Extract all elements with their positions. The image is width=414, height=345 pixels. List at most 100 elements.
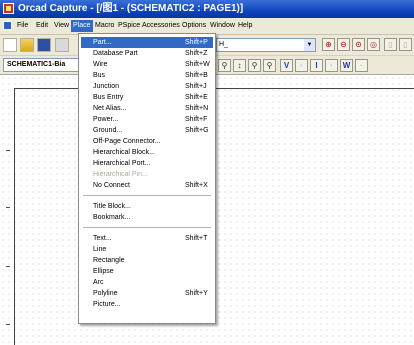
menu-item-hierarchical-block[interactable]: Hierarchical Block... bbox=[81, 147, 213, 158]
menu-item-part[interactable]: Part... Shift+P bbox=[81, 37, 213, 48]
zoom-in-icon[interactable]: ⊕ bbox=[322, 38, 335, 51]
menu-item-label: Bus Entry bbox=[93, 94, 124, 101]
menu-item-text[interactable]: Text... Shift+T bbox=[81, 233, 213, 244]
menu-file[interactable]: File bbox=[15, 20, 30, 32]
menu-place[interactable]: Place bbox=[71, 20, 93, 32]
menu-item-label: Line bbox=[93, 246, 107, 253]
menu-item-label: Bus bbox=[93, 72, 106, 79]
menu-item-shortcut: Shift+E bbox=[185, 94, 208, 101]
menu-item-label: Polyline bbox=[93, 290, 118, 297]
border-tick bbox=[6, 150, 10, 151]
menu-item-database-part[interactable]: Database Part Shift+Z bbox=[81, 48, 213, 59]
zoom-area-icon[interactable]: ⊙ bbox=[352, 38, 365, 51]
app-icon bbox=[3, 3, 14, 14]
menu-item-shortcut: Shift+J bbox=[185, 83, 207, 90]
menu-item-shortcut: Shift+Y bbox=[185, 290, 208, 297]
marker-icon[interactable]: ↕ bbox=[233, 59, 246, 72]
menu-macro[interactable]: Macro bbox=[93, 20, 116, 32]
power-dissipation-icon[interactable]: W bbox=[340, 59, 353, 72]
menu-item-label: Hierarchical Block... bbox=[93, 149, 155, 156]
title-bar: Orcad Capture - [/图1 - (SCHEMATIC2 : PAG… bbox=[0, 0, 414, 18]
menu-item-arc[interactable]: Arc bbox=[81, 277, 213, 288]
menu-item-label: Arc bbox=[93, 279, 104, 286]
menu-item-shortcut: Shift+P bbox=[185, 39, 208, 46]
menu-item-shortcut: Shift+Z bbox=[185, 50, 208, 57]
current-marker-icon[interactable]: I bbox=[310, 59, 323, 72]
menu-item-power[interactable]: Power... Shift+F bbox=[81, 114, 213, 125]
menu-separator bbox=[83, 227, 211, 228]
menu-item-label: Hierarchical Port... bbox=[93, 160, 151, 167]
menu-item-label: Ellipse bbox=[93, 268, 114, 275]
menu-item-ellipse[interactable]: Ellipse bbox=[81, 266, 213, 277]
menu-item-label: Wire bbox=[93, 61, 108, 68]
menu-item-label: No Connect bbox=[93, 182, 130, 189]
print-icon[interactable] bbox=[55, 38, 69, 52]
annotate-icon[interactable]: ▯ bbox=[384, 38, 397, 51]
menu-help[interactable]: Help bbox=[236, 20, 254, 32]
power-marker-icon[interactable]: ⚲ bbox=[263, 59, 276, 72]
differential-icon[interactable]: ⚲ bbox=[248, 59, 261, 72]
zoom-all-icon[interactable]: ◎ bbox=[367, 38, 380, 51]
menu-item-shortcut: Shift+N bbox=[185, 105, 209, 112]
border-tick bbox=[6, 207, 10, 208]
part-combo-value: H_ bbox=[219, 41, 228, 48]
menu-item-ground[interactable]: Ground... Shift+G bbox=[81, 125, 213, 136]
menu-item-label: Off-Page Connector... bbox=[93, 138, 161, 145]
menu-item-label: Database Part bbox=[93, 50, 138, 57]
open-icon[interactable] bbox=[20, 38, 34, 52]
border-tick bbox=[6, 324, 10, 325]
menu-item-title-block[interactable]: Title Block... bbox=[81, 201, 213, 212]
menu-item-label: Junction bbox=[93, 83, 120, 90]
menu-item-no-connect[interactable]: No Connect Shift+X bbox=[81, 180, 213, 191]
window-title: Orcad Capture - [/图1 - (SCHEMATIC2 : PAG… bbox=[18, 3, 244, 14]
menu-item-label: Net Alias... bbox=[93, 105, 127, 112]
menu-item-wire[interactable]: Wire Shift+W bbox=[81, 59, 213, 70]
save-icon[interactable] bbox=[37, 38, 51, 52]
menu-item-picture[interactable]: Picture... bbox=[81, 299, 213, 310]
menu-item-shortcut: Shift+X bbox=[185, 182, 208, 189]
document-icon[interactable] bbox=[3, 21, 12, 30]
menu-item-label: Text... bbox=[93, 235, 112, 242]
part-combo[interactable]: H_ ▼ bbox=[216, 38, 316, 52]
sheet-tab-label: SCHEMATIC1-Bia bbox=[7, 61, 66, 68]
new-icon[interactable] bbox=[3, 38, 17, 52]
page-border-left bbox=[14, 88, 15, 345]
menu-item-hierarchical-pin[interactable]: Hierarchical Pin... bbox=[81, 169, 213, 180]
menu-accessories[interactable]: Accessories bbox=[140, 20, 182, 32]
menu-item-label: Bookmark... bbox=[93, 214, 131, 221]
menu-item-bus[interactable]: Bus Shift+B bbox=[81, 70, 213, 81]
menu-item-shortcut: Shift+W bbox=[185, 61, 210, 68]
menu-item-label: Hierarchical Pin... bbox=[93, 171, 148, 178]
menu-pspice[interactable]: PSpice bbox=[116, 20, 142, 32]
menu-item-shortcut: Shift+T bbox=[185, 235, 208, 242]
menu-item-shortcut: Shift+G bbox=[185, 127, 209, 134]
place-menu: Part... Shift+P Database Part Shift+Z Wire Sh… bbox=[78, 33, 216, 324]
menu-view[interactable]: View bbox=[52, 20, 71, 32]
menu-item-label: Picture... bbox=[93, 301, 121, 308]
dot-icon[interactable]: · bbox=[295, 59, 308, 72]
menu-item-net-alias[interactable]: Net Alias... Shift+N bbox=[81, 103, 213, 114]
menu-window[interactable]: Window bbox=[208, 20, 237, 32]
menu-separator bbox=[83, 195, 211, 196]
menu-item-polyline[interactable]: Polyline Shift+Y bbox=[81, 288, 213, 299]
menu-item-hierarchical-port[interactable]: Hierarchical Port... bbox=[81, 158, 213, 169]
voltage-marker-icon[interactable]: V bbox=[280, 59, 293, 72]
menu-item-label: Part... bbox=[93, 39, 112, 46]
menu-item-label: Ground... bbox=[93, 127, 123, 134]
small-icon[interactable]: · bbox=[325, 59, 338, 72]
menu-edit[interactable]: Edit bbox=[34, 20, 50, 32]
sheet-tab[interactable]: SCHEMATIC1-Bia bbox=[3, 58, 79, 72]
menu-item-junction[interactable]: Junction Shift+J bbox=[81, 81, 213, 92]
chevron-down-icon[interactable]: ▼ bbox=[304, 39, 315, 51]
drc-icon[interactable]: ▯ bbox=[399, 38, 412, 51]
menu-item-shortcut: Shift+F bbox=[185, 116, 208, 123]
menu-item-bookmark[interactable]: Bookmark... bbox=[81, 212, 213, 223]
menu-item-rectangle[interactable]: Rectangle bbox=[81, 255, 213, 266]
menu-item-bus-entry[interactable]: Bus Entry Shift+E bbox=[81, 92, 213, 103]
bias-icon[interactable]: · bbox=[355, 59, 368, 72]
probe-icon[interactable]: ⚲ bbox=[218, 59, 231, 72]
zoom-out-icon[interactable]: ⊖ bbox=[337, 38, 350, 51]
menu-item-off-page-connector[interactable]: Off-Page Connector... bbox=[81, 136, 213, 147]
menu-options[interactable]: Options bbox=[180, 20, 208, 32]
menu-item-line[interactable]: Line bbox=[81, 244, 213, 255]
